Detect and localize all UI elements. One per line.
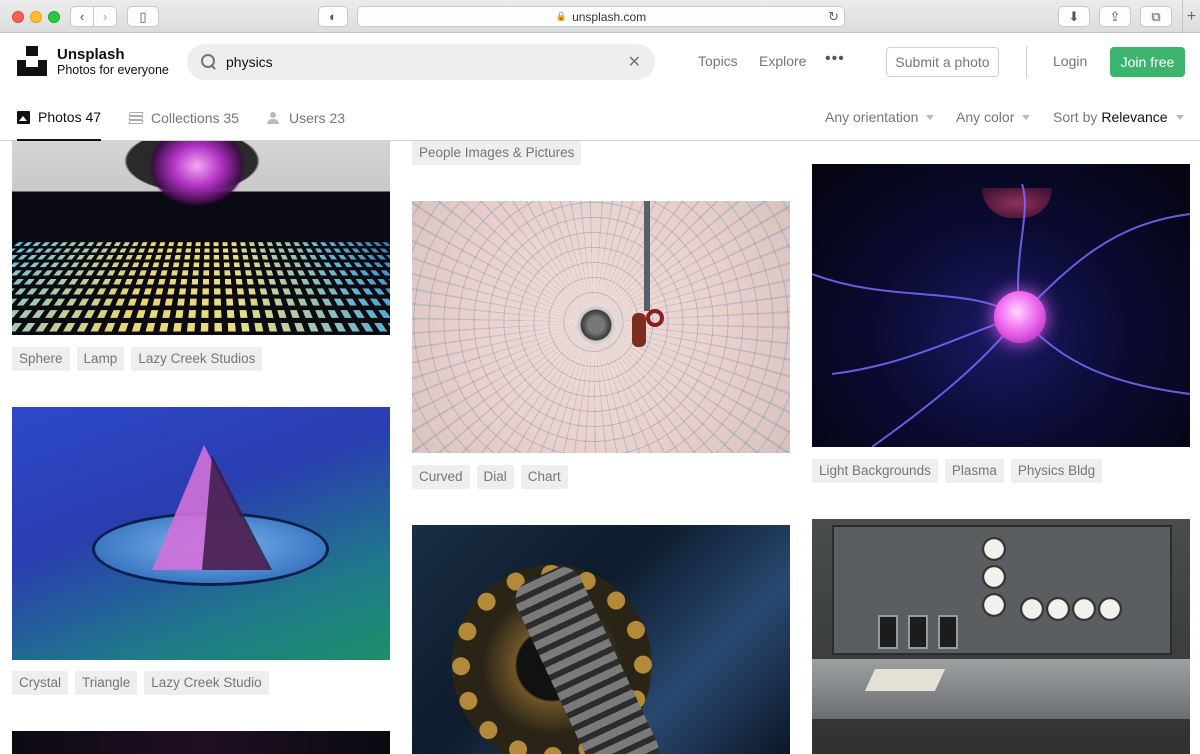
photo-crystal-prism[interactable] (12, 407, 390, 660)
share-icon[interactable]: ⇪ (1099, 6, 1131, 27)
collections-icon (128, 112, 144, 124)
tab-photos[interactable]: Photos 47 (17, 95, 102, 141)
minimize-window-button[interactable] (30, 11, 42, 23)
more-options-icon[interactable]: ••• (825, 50, 845, 68)
address-bar[interactable]: 🔒 unsplash.com ↻ (357, 6, 845, 27)
lock-icon: 🔒 (555, 11, 568, 21)
downloads-icon[interactable]: ⬇ (1058, 6, 1090, 27)
orientation-filter[interactable]: Any orientation (825, 109, 935, 125)
results-subnav: Photos 47 Collections 35 Users 23 Any or… (0, 95, 1200, 141)
photo-tags: Sphere Lamp Lazy Creek Studios (12, 347, 263, 371)
chevron-down-icon (926, 114, 935, 120)
reload-icon[interactable]: ↻ (828, 9, 839, 25)
photo-tags: People Images & Pictures (412, 141, 582, 165)
nav-explore[interactable]: Explore (759, 53, 806, 69)
photo-icon (17, 110, 30, 124)
forward-icon[interactable]: › (94, 6, 117, 27)
photo-control-panel[interactable] (812, 519, 1190, 754)
tag[interactable]: Chart (520, 465, 568, 489)
unsplash-logo-icon[interactable] (17, 46, 47, 76)
color-filter[interactable]: Any color (956, 109, 1031, 125)
photo-tags: Light Backgrounds Plasma Physics Bldg (812, 459, 1103, 483)
clear-search-icon[interactable]: ✕ (628, 52, 641, 72)
submit-photo-button[interactable]: Submit a photo (886, 47, 999, 77)
sort-filter[interactable]: Sort by Relevance (1053, 109, 1184, 125)
privacy-shield-icon[interactable]: ◐ (318, 6, 348, 27)
search-bar[interactable]: ✕ (187, 44, 655, 80)
nav-topics[interactable]: Topics (698, 53, 738, 69)
tab-collections[interactable]: Collections 35 (128, 95, 239, 141)
address-url: unsplash.com (572, 9, 647, 24)
users-icon (267, 112, 281, 124)
chevron-down-icon (1175, 114, 1184, 120)
tag[interactable]: Light Backgrounds (812, 459, 938, 483)
search-input[interactable] (226, 54, 628, 70)
photo-chart-dial[interactable] (412, 201, 790, 453)
site-header: Unsplash Photos for everyone ✕ Topics Ex… (0, 33, 1200, 95)
orientation-filter-label: Any orientation (825, 109, 919, 125)
photo-plasma-ball[interactable] (812, 164, 1190, 447)
sort-value: Relevance (1101, 109, 1168, 125)
photo-partial[interactable] (12, 731, 390, 754)
photo-bike-chain[interactable] (412, 525, 790, 754)
tag[interactable]: Lazy Creek Studios (131, 347, 263, 371)
chevron-down-icon (1022, 114, 1031, 120)
brand-tagline: Photos for everyone (57, 63, 169, 77)
color-filter-label: Any color (956, 109, 1015, 125)
search-icon[interactable] (200, 53, 218, 71)
tag[interactable]: Crystal (12, 671, 69, 695)
brand[interactable]: Unsplash Photos for everyone (57, 46, 169, 78)
tag[interactable]: Curved (412, 465, 470, 489)
login-link[interactable]: Login (1053, 53, 1087, 69)
tab-overview-icon[interactable]: ⧉ (1140, 6, 1172, 27)
tab-users[interactable]: Users 23 (267, 95, 345, 141)
tag[interactable]: Lazy Creek Studio (144, 671, 269, 695)
back-icon[interactable]: ‹ (70, 6, 94, 27)
photo-tags: Curved Dial Chart (412, 465, 568, 489)
photo-sphere-lamp[interactable] (12, 141, 390, 335)
new-tab-icon[interactable]: + (1182, 0, 1200, 33)
tag[interactable]: Plasma (944, 459, 1004, 483)
tag[interactable]: People Images & Pictures (412, 141, 582, 165)
tag[interactable]: Dial (476, 465, 514, 489)
tag[interactable]: Lamp (76, 347, 125, 371)
tag[interactable]: Triangle (75, 671, 138, 695)
sort-prefix: Sort by (1053, 109, 1098, 125)
photo-tags: Crystal Triangle Lazy Creek Studio (12, 671, 269, 695)
sidebar-toggle-icon[interactable]: ▯ (127, 6, 159, 27)
close-window-button[interactable] (12, 11, 24, 23)
photo-grid: Sphere Lamp Lazy Creek Studios Crystal T… (0, 141, 1200, 754)
tab-collections-label: Collections 35 (151, 110, 239, 126)
tab-photos-label: Photos 47 (38, 109, 102, 125)
browser-toolbar: ‹ › ▯ ◐ 🔒 unsplash.com ↻ ⬇ ⇪ ⧉ + (0, 0, 1200, 33)
zoom-window-button[interactable] (48, 11, 60, 23)
join-free-button[interactable]: Join free (1110, 47, 1185, 77)
tag[interactable]: Sphere (12, 347, 70, 371)
tab-users-label: Users 23 (289, 110, 346, 126)
brand-name: Unsplash (57, 46, 125, 63)
header-divider (1026, 46, 1027, 78)
tag[interactable]: Physics Bldg (1010, 459, 1103, 483)
